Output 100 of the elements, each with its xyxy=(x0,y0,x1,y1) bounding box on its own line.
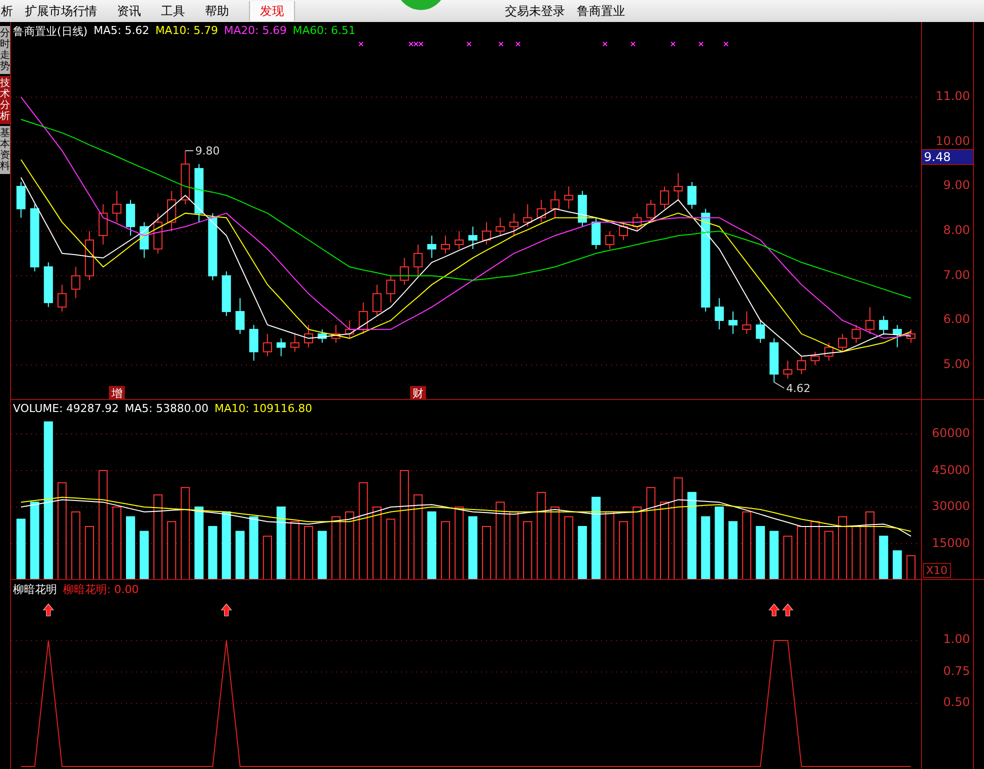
volume-bar xyxy=(468,516,478,579)
volume-bar xyxy=(167,521,176,579)
volume-bar xyxy=(810,521,820,579)
candlestick xyxy=(167,190,176,232)
candlestick xyxy=(194,164,204,223)
legend-text: MA5: 5.62 xyxy=(94,24,150,39)
candlestick xyxy=(865,306,874,334)
volume-bar xyxy=(838,516,848,579)
menu-item[interactable]: 资讯 xyxy=(107,1,151,21)
axis-label: 30000 xyxy=(932,499,970,514)
legend-text: 柳暗花明 xyxy=(13,582,57,597)
candlestick xyxy=(84,230,94,281)
side-tab[interactable]: 分时走势 xyxy=(0,26,10,74)
axis-label: 11.00 xyxy=(936,89,970,104)
candlestick xyxy=(249,324,258,362)
volume-bar xyxy=(852,526,861,579)
candlestick xyxy=(331,324,340,344)
candlestick xyxy=(646,199,656,223)
volume-bar xyxy=(71,511,80,579)
volume-bar xyxy=(290,521,300,579)
volume-bar xyxy=(796,526,806,579)
side-tab[interactable]: 技术分析 xyxy=(0,76,10,124)
volume-bar xyxy=(304,526,314,579)
candlestick xyxy=(796,356,806,375)
volume-bar xyxy=(84,526,94,579)
volume-bar xyxy=(824,530,834,579)
arrow-up-icon xyxy=(782,604,794,616)
current-price-tag: 9.48 xyxy=(922,149,973,165)
axis-label: 6.00 xyxy=(943,312,970,326)
candlestick xyxy=(756,320,765,344)
legend-text: 鲁商置业(日线) xyxy=(13,24,88,39)
arrow-up-icon xyxy=(220,604,232,616)
candlestick xyxy=(523,204,532,228)
volume-bar xyxy=(605,511,614,579)
axis-label: 45000 xyxy=(932,462,970,477)
candlestick xyxy=(30,204,40,272)
candlestick xyxy=(660,186,670,210)
candlestick xyxy=(496,217,505,236)
axis-label: 5.00 xyxy=(943,357,970,372)
candlestick xyxy=(564,186,574,210)
candlestick xyxy=(824,342,834,362)
scale-label: X10 xyxy=(923,563,951,578)
menu-item[interactable]: 工具 xyxy=(151,1,195,21)
volume-bar xyxy=(427,511,436,579)
legend-text: 柳暗花明: 0.00 xyxy=(63,582,139,597)
axis-label: 0.75 xyxy=(943,664,970,678)
menu-item[interactable]: 帮助 xyxy=(195,1,239,21)
candlestick xyxy=(222,270,231,316)
cross-mark-icon xyxy=(358,42,364,46)
axis-label: 15000 xyxy=(932,536,970,550)
arrow-up-icon xyxy=(42,604,54,616)
candlestick xyxy=(852,324,861,344)
candlestick xyxy=(632,212,642,232)
volume-bar xyxy=(879,536,888,579)
candlestick xyxy=(98,204,108,245)
volume-bar xyxy=(701,516,710,579)
legend-text: MA10: 109116.80 xyxy=(214,402,312,415)
volume-bar xyxy=(756,526,765,579)
menu-item[interactable]: 析 xyxy=(0,1,15,21)
candlestick xyxy=(468,226,478,250)
volume-bar xyxy=(578,526,587,579)
event-marker: 财 xyxy=(410,386,426,399)
candlestick xyxy=(687,181,696,210)
candlestick xyxy=(550,190,560,218)
arrow-up-icon xyxy=(768,604,780,616)
axis-label: 10.00 xyxy=(936,134,970,148)
candlestick xyxy=(71,266,80,299)
axis-label: 8.00 xyxy=(943,223,970,238)
side-tab[interactable]: 基本资料 xyxy=(0,126,10,174)
candlestick xyxy=(892,324,902,348)
candlestick xyxy=(810,351,820,366)
legend-text: MA5: 53880.00 xyxy=(124,402,208,415)
status-text: 鲁商置业 xyxy=(577,2,625,20)
candlestick xyxy=(509,212,518,236)
candlestick xyxy=(153,212,162,254)
menu-item[interactable]: 发现 xyxy=(249,1,295,21)
menu-item[interactable]: 扩展市场行情 xyxy=(15,1,107,21)
volume-bar xyxy=(523,521,532,579)
cross-mark-icon xyxy=(602,42,608,46)
volume-bar xyxy=(742,511,752,579)
cross-mark-icon xyxy=(466,42,472,46)
candlestick xyxy=(208,212,218,281)
candlestick xyxy=(262,333,272,357)
axis-label: 0.50 xyxy=(943,695,970,710)
candlestick xyxy=(536,199,546,223)
candlestick xyxy=(358,302,368,334)
candlestick xyxy=(879,316,888,334)
candlestick xyxy=(318,328,327,344)
legend-text: MA10: 5.79 xyxy=(155,24,218,39)
volume-bar xyxy=(892,550,902,579)
low-price-label: 4.62 xyxy=(786,382,811,396)
candlestick xyxy=(714,298,724,330)
candlestick xyxy=(112,190,122,223)
candlestick xyxy=(400,257,409,286)
candlestick xyxy=(592,217,601,250)
candlestick xyxy=(427,235,436,258)
volume-bar xyxy=(728,521,738,579)
candlestick xyxy=(783,360,792,380)
cross-mark-icon xyxy=(724,42,728,46)
candlestick xyxy=(605,230,614,250)
